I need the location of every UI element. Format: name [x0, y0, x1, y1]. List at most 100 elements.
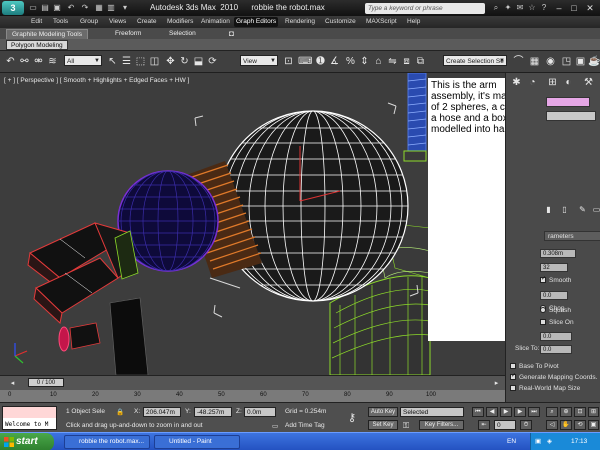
mirror-icon[interactable]: ⇋ — [386, 55, 399, 68]
zoom-icon[interactable]: ⌕ — [546, 407, 558, 417]
favorites-icon[interactable]: ☆ — [527, 3, 537, 13]
render-production-icon[interactable]: ☕ — [588, 55, 600, 68]
polygon-modeling-panel[interactable]: Polygon Modeling — [6, 40, 68, 50]
maxscript-mini-listener[interactable]: Welcome to M — [2, 406, 57, 430]
next-frame-icon[interactable]: ▶ — [514, 407, 526, 417]
select-link-icon[interactable]: ⚯ — [18, 55, 31, 68]
remove-modifier-icon[interactable]: ▭ — [590, 203, 600, 216]
modifier-list-dropdown[interactable] — [546, 111, 596, 121]
snaps-toggle-icon[interactable]: ➊ — [314, 55, 327, 68]
slice-on-checkbox[interactable]: Slice On — [540, 319, 600, 326]
pin-stack-icon[interactable]: ▮ — [542, 203, 555, 216]
rectangular-selection-icon[interactable]: ⬚ — [134, 55, 147, 68]
set-key-icon[interactable]: ⚷ — [348, 411, 356, 424]
taskbar-item-3dsmax[interactable]: robbie the robot.max... — [64, 435, 150, 449]
help-search-input[interactable]: Type a keyword or phrase — [365, 3, 485, 14]
radius-field[interactable]: 0.308m — [540, 249, 576, 258]
network-icon[interactable]: ▣ — [535, 437, 541, 445]
z-coordinate-field[interactable]: 0.0m — [244, 407, 276, 417]
unlink-icon[interactable]: ⚮ — [32, 55, 45, 68]
selection-filter-dropdown[interactable]: All ▼ — [64, 55, 102, 66]
menu-create[interactable]: Create — [135, 17, 159, 27]
edit-named-selection-icon[interactable]: ⌂ — [372, 55, 385, 68]
smooth-checkbox[interactable]: Smooth — [540, 275, 600, 284]
menu-maxscript[interactable]: MAXScript — [364, 17, 399, 27]
menu-graph-editors[interactable]: Graph Editors — [234, 17, 279, 27]
add-time-tag[interactable]: Add Time Tag — [285, 422, 325, 429]
menu-customize[interactable]: Customize — [323, 17, 358, 27]
menu-edit[interactable]: Edit — [29, 17, 44, 27]
time-next-icon[interactable]: ▸ — [490, 377, 503, 390]
pan-view-icon[interactable]: ✋ — [560, 420, 572, 430]
volume-icon[interactable]: ◈ — [547, 437, 552, 445]
slice-from-field[interactable]: 0.0 — [540, 332, 572, 341]
play-icon[interactable]: ▶ — [500, 407, 512, 417]
motion-tab-icon[interactable]: ◐ — [562, 76, 575, 89]
viewport-label[interactable]: [ + ] [ Perspective ] [ Smooth + Highlig… — [4, 77, 189, 84]
select-rotate-icon[interactable]: ↻ — [178, 55, 191, 68]
align-icon[interactable]: ⧈ — [400, 55, 413, 68]
modify-tab-icon[interactable]: ◔ — [526, 76, 539, 89]
real-world-map-checkbox[interactable]: Real-World Map Size — [510, 385, 600, 392]
percent-snap-icon[interactable]: % — [344, 55, 357, 68]
maximize-icon[interactable]: □ — [567, 2, 581, 14]
orbit-icon[interactable]: ⟲ — [574, 420, 586, 430]
generate-mapping-checkbox[interactable]: Generate Mapping Coords. — [510, 372, 600, 381]
select-object-icon[interactable]: ↖ — [106, 55, 119, 68]
set-key-button[interactable]: Set Key — [368, 420, 398, 430]
select-move-icon[interactable]: ✥ — [164, 55, 177, 68]
field-of-view-icon[interactable]: ◁ — [546, 420, 558, 430]
make-unique-icon[interactable]: ✎ — [576, 203, 589, 216]
y-coordinate-field[interactable]: -48.257m — [194, 407, 232, 417]
show-end-result-icon[interactable]: ▯ — [558, 203, 571, 216]
menu-modifiers[interactable]: Modifiers — [165, 17, 195, 27]
x-coordinate-field[interactable]: 206.047m — [143, 407, 181, 417]
redo-icon[interactable]: ↷ — [80, 3, 90, 13]
zoom-all-icon[interactable]: ⊕ — [560, 407, 572, 417]
slice-to-field[interactable]: 0.0 — [540, 345, 572, 354]
schematic-view-icon[interactable]: ▦ — [528, 55, 541, 68]
hemisphere-field[interactable]: 0.0 — [540, 291, 568, 300]
hierarchy-tab-icon[interactable]: ⊞ — [546, 76, 559, 89]
close-icon[interactable]: ✕ — [583, 2, 597, 14]
app-logo-icon[interactable]: 3 — [2, 1, 24, 15]
key-mode-dropdown[interactable]: Selected — [400, 407, 464, 417]
open-file-icon[interactable]: ▤ — [40, 3, 50, 13]
reference-coordinate-dropdown[interactable]: View ▼ — [240, 55, 278, 66]
layer-manager-icon[interactable]: ⧉ — [414, 55, 427, 68]
material-editor-icon[interactable]: ◉ — [544, 55, 557, 68]
menu-views[interactable]: Views — [107, 17, 128, 27]
time-configuration-icon[interactable]: ⏱ — [520, 420, 532, 430]
undo-icon[interactable]: ↶ — [4, 55, 17, 68]
lock-selection-icon[interactable]: 🔒 — [116, 408, 124, 416]
named-selection-sets-dropdown[interactable]: Create Selection Se ▼ — [443, 55, 507, 66]
subscription-icon[interactable]: ✦ — [503, 3, 513, 13]
select-by-name-icon[interactable]: ☰ — [120, 55, 133, 68]
menu-help[interactable]: Help — [405, 17, 422, 27]
time-prev-icon[interactable]: ◂ — [6, 377, 19, 390]
zoom-extents-icon[interactable]: ⊡ — [574, 407, 586, 417]
segments-field[interactable]: 32 — [540, 263, 568, 272]
menu-animation[interactable]: Animation — [199, 17, 232, 27]
bind-space-warp-icon[interactable]: ≋ — [46, 55, 59, 68]
render-setup-icon[interactable]: ◳ — [560, 55, 573, 68]
tab-graphite-modeling-tools[interactable]: Graphite Modeling Tools — [6, 29, 88, 39]
squash-radio[interactable]: Squash — [540, 307, 600, 314]
select-scale-icon[interactable]: ⬓ — [192, 55, 205, 68]
tab-selection[interactable]: Selection — [164, 29, 201, 39]
auto-key-button[interactable]: Auto Key — [368, 407, 398, 417]
object-color-swatch[interactable] — [546, 97, 590, 107]
taskbar-item-paint[interactable]: Untitled - Paint — [154, 435, 240, 449]
language-indicator[interactable]: EN — [507, 438, 516, 445]
key-filters-button[interactable]: Key Filters... — [419, 420, 464, 430]
angle-snap-icon[interactable]: ∡ — [328, 55, 341, 68]
fetch-icon[interactable]: ▥ — [106, 3, 116, 13]
menu-tools[interactable]: Tools — [51, 17, 70, 27]
window-crossing-icon[interactable]: ◫ — [148, 55, 161, 68]
key-mode-toggle-icon[interactable]: ⇤ — [478, 420, 490, 430]
start-button[interactable]: start — [0, 433, 54, 450]
save-file-icon[interactable]: ▣ — [52, 3, 62, 13]
current-frame-field[interactable]: 0 — [494, 420, 516, 430]
rendered-frame-icon[interactable]: ▣ — [574, 55, 587, 68]
communication-icon[interactable]: ✉ — [515, 3, 525, 13]
